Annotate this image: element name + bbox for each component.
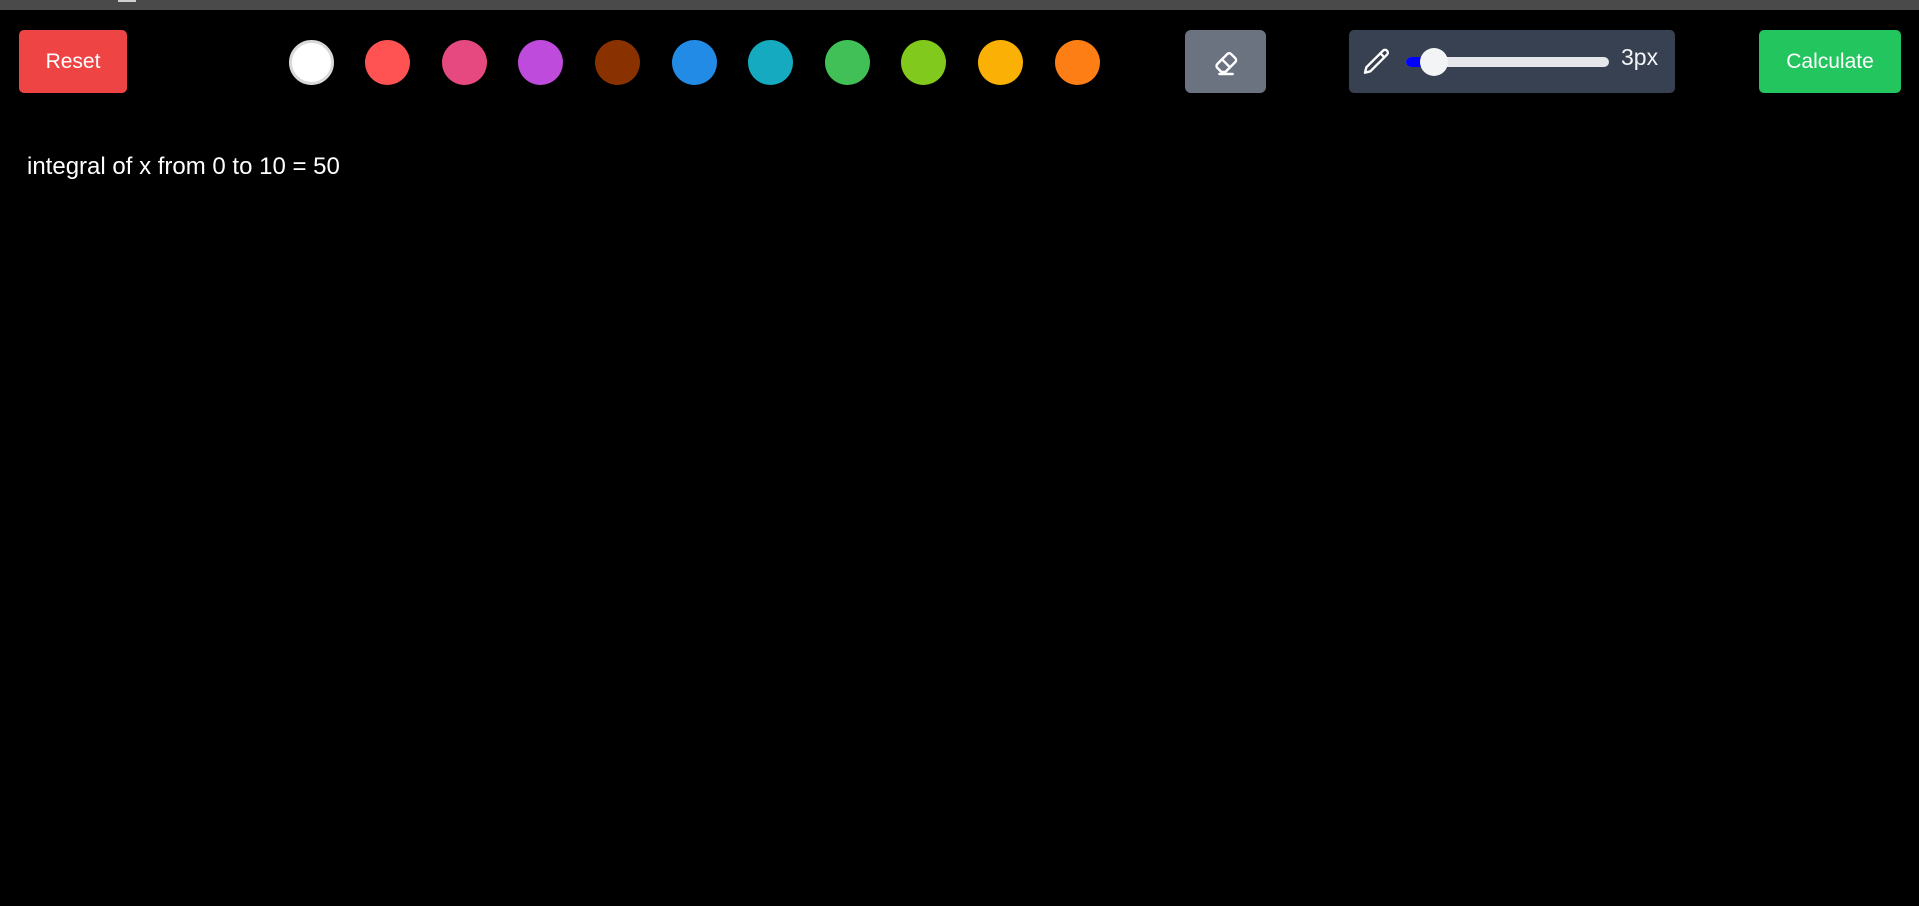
eraser-icon — [1214, 51, 1237, 75]
window-top-strip — [0, 0, 1919, 10]
color-swatch-green[interactable] — [825, 40, 870, 85]
calculation-result: integral of x from 0 to 10 = 50 — [27, 153, 340, 180]
color-swatch-blue[interactable] — [672, 40, 717, 85]
drawing-canvas[interactable]: integral of x from 0 to 10 = 50 — [0, 10, 1919, 906]
color-swatch-lime[interactable] — [901, 40, 946, 85]
pencil-icon — [1363, 48, 1390, 74]
tab-indicator — [118, 0, 136, 2]
color-swatch-brown[interactable] — [595, 40, 640, 85]
color-swatch-orange[interactable] — [1055, 40, 1100, 85]
brush-size-panel: 3px — [1349, 30, 1675, 93]
color-swatch-black[interactable] — [212, 40, 257, 85]
brush-size-label: 3px — [1621, 44, 1659, 70]
reset-button[interactable]: Reset — [19, 30, 127, 93]
color-swatch-yellow[interactable] — [978, 40, 1023, 85]
color-swatch-pink[interactable] — [442, 40, 487, 85]
slider-thumb[interactable] — [1420, 48, 1448, 76]
color-swatch-teal[interactable] — [748, 40, 793, 85]
brush-size-slider[interactable] — [1406, 48, 1609, 76]
eraser-button[interactable] — [1185, 30, 1266, 93]
color-swatch-red[interactable] — [365, 40, 410, 85]
color-swatch-purple[interactable] — [518, 40, 563, 85]
color-swatch-white[interactable] — [289, 40, 334, 85]
calculate-button[interactable]: Calculate — [1759, 30, 1901, 93]
